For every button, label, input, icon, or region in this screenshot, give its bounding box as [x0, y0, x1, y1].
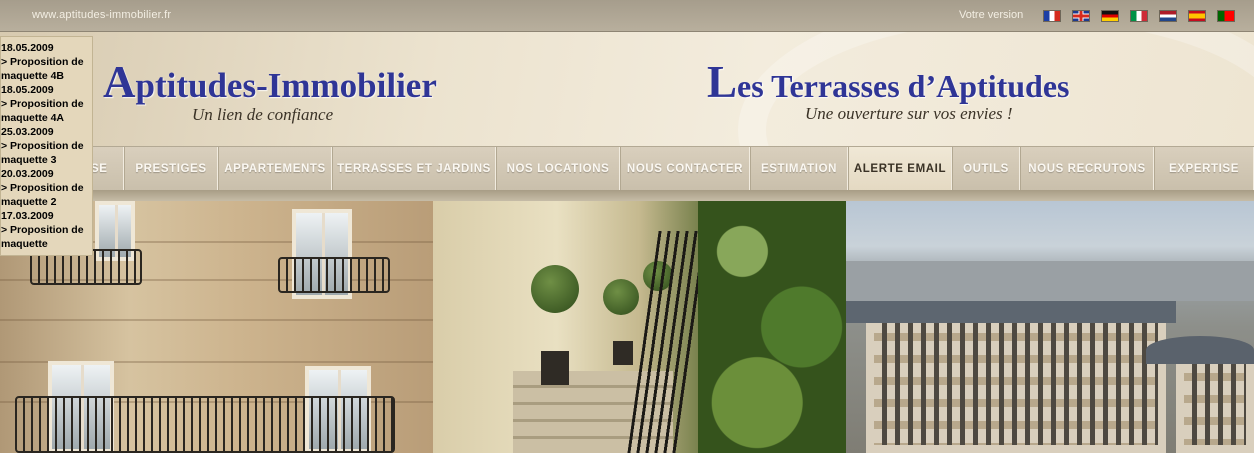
flag-germany-icon[interactable] — [1101, 10, 1119, 22]
nav-item-alerte-email[interactable]: ALERTE EMAIL — [848, 147, 952, 191]
flag-italy-icon[interactable] — [1130, 10, 1148, 22]
brand-logo-terrasses[interactable]: Les Terrasses d’Aptitudes — [707, 56, 1069, 108]
version-link[interactable]: > Proposition de maquette 4A — [1, 97, 92, 125]
brand-tagline: Un lien de confiance — [192, 105, 334, 124]
hero-photos — [0, 201, 1254, 453]
flag-portugal-icon[interactable] — [1217, 10, 1235, 22]
flag-spain-icon[interactable] — [1188, 10, 1206, 22]
brand-logo-aptitudes[interactable]: Aptitudes-Immobilier — [103, 56, 437, 108]
version-entry: 20.03.2009 > Proposition de maquette 2 — [1, 167, 92, 209]
nav-item-appartements[interactable]: APPARTEMENTS — [218, 147, 332, 191]
nav-item-locations[interactable]: NOS LOCATIONS — [496, 147, 620, 191]
paris-rooftops-photo — [846, 201, 1254, 453]
nav-item-estimation[interactable]: ESTIMATION — [750, 147, 848, 191]
version-date: 18.05.2009 — [1, 84, 54, 96]
version-link[interactable]: > Proposition de maquette 4B — [1, 55, 92, 83]
garden-stairs-photo — [433, 201, 846, 453]
language-label: Votre version — [959, 9, 1024, 21]
nav-item-prestiges[interactable]: PRESTIGES — [124, 147, 218, 191]
site-url[interactable]: www.aptitudes-immobilier.fr — [32, 9, 171, 21]
top-bar: www.aptitudes-immobilier.fr Votre versio… — [0, 0, 1254, 32]
version-entry: 25.03.2009 > Proposition de maquette 3 — [1, 125, 92, 167]
main-navigation: SE PRESTIGES APPARTEMENTS TERRASSES ET J… — [0, 146, 1254, 192]
version-link[interactable]: > Proposition de maquette 3 — [1, 139, 92, 167]
version-entry: 17.03.2009 > Proposition de maquette — [1, 209, 92, 251]
version-date: 17.03.2009 — [1, 210, 54, 222]
brand-name: ptitudes-Immobilier — [135, 66, 437, 105]
language-flags — [1043, 10, 1235, 22]
version-link[interactable]: > Proposition de maquette 2 — [1, 181, 92, 209]
flag-netherlands-icon[interactable] — [1159, 10, 1177, 22]
flag-uk-icon[interactable] — [1072, 10, 1090, 22]
nav-item-outils[interactable]: OUTILS — [952, 147, 1020, 191]
nav-item-expertise[interactable]: EXPERTISE — [1154, 147, 1254, 191]
version-entry: 18.05.2009 > Proposition de maquette 4A — [1, 83, 92, 125]
site-header: Aptitudes-Immobilier Un lien de confianc… — [0, 32, 1254, 146]
nav-item-recrutons[interactable]: NOUS RECRUTONS — [1020, 147, 1154, 191]
nav-item-contact[interactable]: NOUS CONTACTER — [620, 147, 750, 191]
version-link[interactable]: > Proposition de maquette — [1, 223, 92, 251]
version-date: 20.03.2009 — [1, 168, 54, 180]
brand-name: es Terrasses d’Aptitudes — [737, 68, 1070, 104]
nav-item-terrasses[interactable]: TERRASSES ET JARDINS — [332, 147, 496, 191]
brand-initial: A — [103, 57, 136, 107]
version-entry: 18.05.2009 > Proposition de maquette 4B — [1, 41, 92, 83]
version-date: 18.05.2009 — [1, 42, 54, 54]
version-list-panel: 18.05.2009 > Proposition de maquette 4B … — [0, 36, 93, 256]
brand-initial: L — [707, 57, 738, 107]
nav-divider — [0, 190, 1254, 201]
version-date: 25.03.2009 — [1, 126, 54, 138]
flag-france-icon[interactable] — [1043, 10, 1061, 22]
brand-tagline: Une ouverture sur vos envies ! — [805, 104, 1013, 123]
